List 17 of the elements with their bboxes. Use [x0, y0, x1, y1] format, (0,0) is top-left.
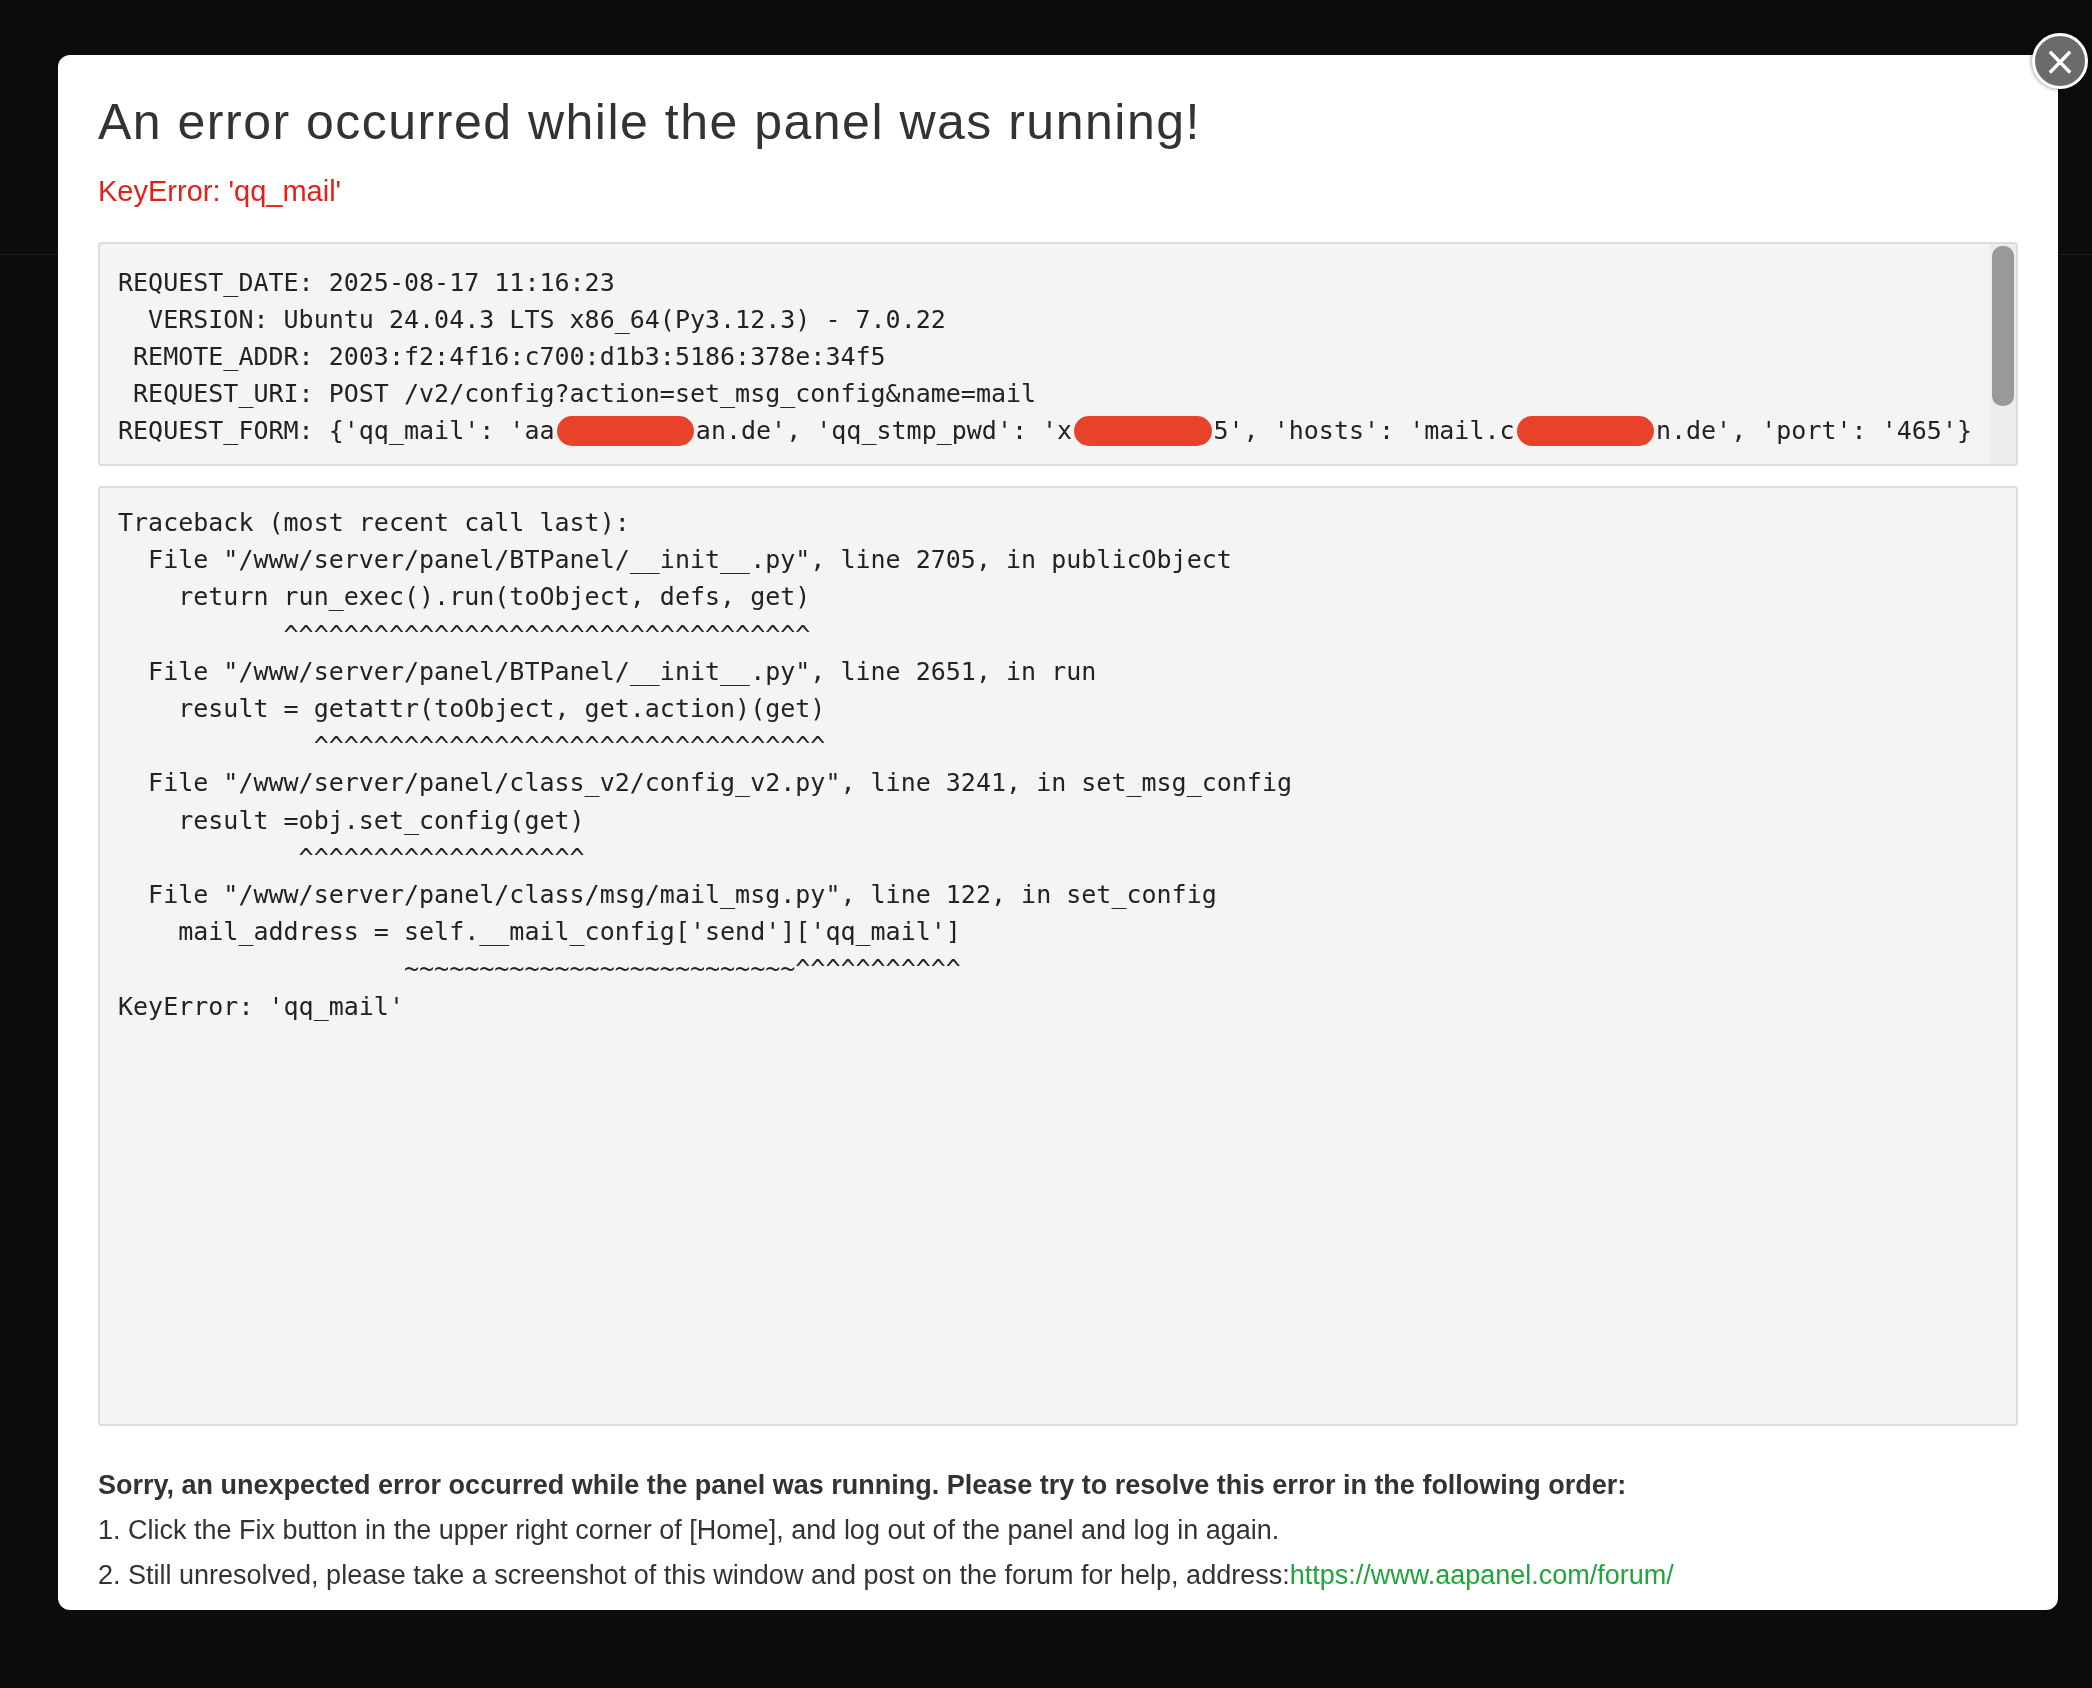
error-message: KeyError: 'qq_mail' [98, 175, 343, 208]
code-text: REQUEST_DATE: 2025-08-17 11:16:23 [118, 268, 615, 297]
help-text: 1. Click the Fix button in the upper right corner of [Home], and log out of the panel and log in again. [98, 1515, 1281, 1546]
traceback-text: Traceback (most recent call last): File "/www/server/panel/BTPanel/__init__.py", line 2705, in publicObject return run_exec().run(toObject, defs, get) ^^^^^^^^^^^^^^^^^^^^^^^^^^^^^^^^^^^ File "/www/server/panel/BTPanel/__init__.py", line 2651, in run result = getattr(toObject, get.action)(get) ^^^^^^^^^^^^^^^^^^^^^^^^^^^^^^^^^^ File "/www/server/panel/class_v2/config_v2.py", line 3241, in set_msg_config result =obj.set_config(get) ^^^^^^^^^^^^^^^^^^^ File "/www/server/panel/class/msg/mail_msg.py", line 122, in set_config mail_address = self.__mail_config['send']['qq_mail'] ~~~~~~~~~~~~~~~~~~~~~~~~~~^^^^^^^^^^^ KeyError: 'qq_mail' [118, 507, 1293, 1023]
code-text: REQUEST_URI: POST /v2/config?action=set_msg_config&name=mail [132, 379, 1037, 408]
code-text: REQUEST_FORM: {'qq_mail': 'aa [118, 416, 555, 445]
help-heading: Sorry, an unexpected error occurred while the panel was running. Please try to resolve this error in the following order: [98, 1470, 1628, 1501]
code-text: VERSION: Ubuntu 24.04.3 LTS x86_64(Py3.12.3) - 7.0.22 [147, 305, 946, 334]
code-text: an.de', 'qq_stmp_pwd': 'x [695, 416, 1073, 445]
code-text: REMOTE_ADDR: 2003:f2:4f16:c700:d1b3:5186:378e:34f5 [132, 342, 886, 371]
code-text: n.de', 'port': '465'} [1655, 416, 1972, 445]
scrollbar[interactable] [1990, 244, 2016, 464]
code-text: 5', 'hosts': 'mail.c [1213, 416, 1515, 445]
forum-link[interactable]: https://www.aapanel.com/forum/ [1289, 1560, 1674, 1590]
help-text: 2. Still unresolved, please take a screenshot of this window and post on the forum for help, address: [98, 1560, 1290, 1590]
scrollbar-thumb[interactable] [1992, 246, 2014, 406]
dialog-title: An error occurred while the panel was running! [98, 93, 1202, 151]
